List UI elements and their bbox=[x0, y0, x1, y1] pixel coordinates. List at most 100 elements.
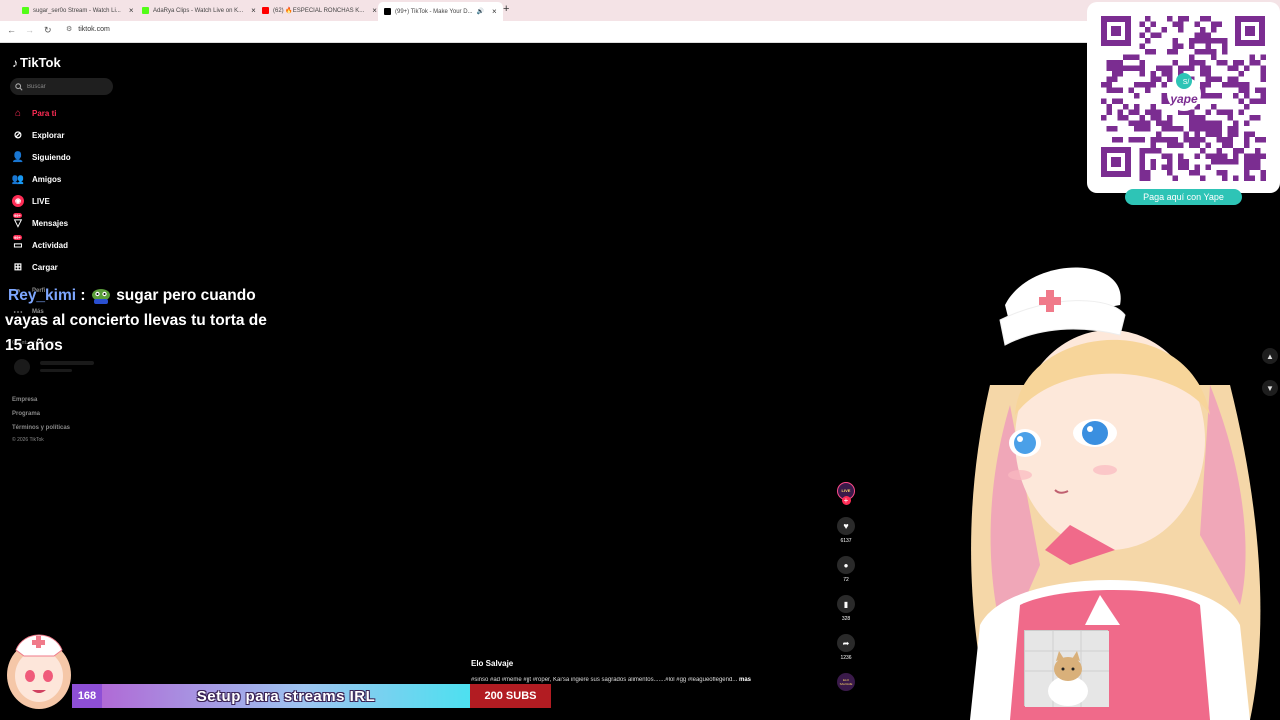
search-input[interactable] bbox=[27, 83, 107, 90]
notification-badge: 99+ bbox=[13, 213, 22, 218]
heart-icon: ♥ bbox=[837, 517, 855, 535]
chat-text: sugar pero cuando bbox=[116, 287, 256, 304]
sidebar-item-para-ti[interactable]: ⌂ Para ti bbox=[12, 106, 57, 120]
comment-icon: ● bbox=[837, 556, 855, 574]
tab-title: (99+) TikTok - Make Your D... bbox=[395, 8, 473, 15]
yape-pay-label: Paga aquí con Yape bbox=[1125, 189, 1242, 205]
video-description-text: #sinso #ad #meme #jjt #roper, Kai'sa ing… bbox=[471, 677, 738, 683]
footer-link[interactable]: Programa bbox=[12, 411, 40, 417]
reload-icon[interactable]: ↻ bbox=[44, 25, 52, 36]
sound-disc[interactable]: ELO SALVAJE bbox=[836, 673, 856, 694]
sidebar-item-cargar[interactable]: ⊞ Cargar bbox=[12, 260, 58, 274]
share-icon: ➦ bbox=[837, 634, 855, 652]
pet-cam bbox=[1024, 630, 1109, 707]
chat-separator: : bbox=[80, 287, 86, 304]
bookmark-icon: ▮ bbox=[837, 595, 855, 613]
tiktok-note-icon: ♪ bbox=[12, 55, 18, 70]
streamer-mini-avatar bbox=[7, 634, 71, 709]
author-avatar[interactable]: LIVE + bbox=[836, 482, 856, 505]
sidebar-item-actividad[interactable]: ▭ 99+ Actividad bbox=[12, 235, 69, 252]
chat-text: vayas al concierto llevas tu torta de bbox=[5, 312, 267, 329]
close-icon[interactable]: × bbox=[372, 6, 377, 15]
forward-icon[interactable]: → bbox=[25, 25, 34, 35]
sidebar-item-siguiendo[interactable]: 👤 Siguiendo bbox=[12, 150, 71, 164]
site-info-icon[interactable]: ⚙ bbox=[66, 25, 72, 33]
sidebar-item-label: Cargar bbox=[32, 262, 58, 272]
back-icon[interactable]: ← bbox=[7, 25, 16, 35]
activity-icon: ▭ 99+ bbox=[13, 235, 23, 251]
sound-disc-label: ELO SALVAJE bbox=[839, 678, 853, 686]
comment-count: 72 bbox=[843, 577, 849, 583]
comment-button[interactable]: ● 72 bbox=[836, 556, 856, 583]
friends-icon: 👥 bbox=[11, 173, 25, 185]
kick-favicon-icon bbox=[22, 7, 29, 14]
subs-goal-target: 200 SUBS bbox=[470, 684, 551, 708]
yape-qr-card: S/ yape bbox=[1087, 2, 1280, 193]
close-icon[interactable]: × bbox=[251, 6, 256, 15]
browser-tab[interactable]: (62) 🔥ESPECIAL RONCHAS K... × bbox=[262, 3, 377, 18]
following-icon: 👤 bbox=[11, 151, 25, 163]
new-tab-icon[interactable]: + bbox=[503, 3, 509, 15]
close-icon[interactable]: × bbox=[492, 7, 497, 16]
sidebar-item-label: Siguiendo bbox=[32, 152, 71, 162]
follow-plus-icon[interactable]: + bbox=[841, 496, 851, 505]
subs-goal-title: Setup para streams IRL bbox=[196, 687, 376, 705]
sidebar-item-label: Actividad bbox=[32, 240, 69, 250]
chat-username: Rey_kimi bbox=[8, 287, 77, 304]
live-badge: LIVE bbox=[841, 488, 851, 493]
like-count: 6137 bbox=[840, 538, 852, 544]
more-link[interactable]: más bbox=[739, 677, 751, 683]
browser-tab-active[interactable]: (99+) TikTok - Make Your D... 🔊 × bbox=[378, 2, 503, 21]
sidebar-item-label: Amigos bbox=[32, 174, 62, 184]
subs-goal-bar: 168 Setup para streams IRL 200 SUBS bbox=[72, 684, 551, 708]
share-button[interactable]: ➦ 1236 bbox=[836, 634, 856, 661]
notification-badge: 99+ bbox=[13, 235, 22, 240]
share-count: 1236 bbox=[840, 655, 852, 661]
vtuber-avatar bbox=[970, 267, 1261, 720]
pepe-emote-icon bbox=[91, 288, 110, 304]
yape-brand: yape bbox=[1169, 92, 1198, 106]
url-text: tiktok.com bbox=[78, 25, 110, 33]
account-handle-placeholder bbox=[40, 369, 72, 372]
search-box[interactable] bbox=[10, 78, 113, 95]
sidebar-item-label: Explorar bbox=[32, 130, 65, 140]
sound-disc-icon: ELO SALVAJE bbox=[837, 673, 855, 691]
sidebar-item-label: LIVE bbox=[32, 196, 50, 206]
chat-message: Rey_kimi : sugar pero cuando vayas al co… bbox=[5, 283, 295, 358]
footer-link[interactable]: Términos y políticas bbox=[12, 425, 70, 431]
sidebar-item-explorar[interactable]: ⊘ Explorar bbox=[12, 128, 65, 142]
url-field[interactable]: ⚙ tiktok.com bbox=[66, 25, 110, 34]
live-icon: ◉ bbox=[12, 195, 24, 207]
like-button[interactable]: ♥ 6137 bbox=[836, 517, 856, 544]
search-icon bbox=[15, 82, 23, 91]
youtube-favicon-icon bbox=[262, 7, 269, 14]
save-button[interactable]: ▮ 328 bbox=[836, 595, 856, 622]
compass-icon: ⊘ bbox=[13, 129, 23, 141]
logo-text: TikTok bbox=[20, 55, 61, 70]
home-icon: ⌂ bbox=[14, 107, 22, 119]
cat-image bbox=[1025, 631, 1109, 707]
sidebar-item-mensajes[interactable]: ▽ 99+ Mensajes bbox=[12, 213, 69, 230]
account-avatar-placeholder bbox=[14, 359, 30, 375]
browser-tab[interactable]: sugar_ser0o Stream - Watch Li... × bbox=[22, 3, 133, 18]
chat-text: 15 años bbox=[5, 337, 63, 354]
sidebar-item-amigos[interactable]: 👥 Amigos bbox=[11, 172, 62, 186]
account-name-placeholder bbox=[40, 361, 94, 365]
tab-title: AdaRya Clips - Watch Live on K... bbox=[153, 7, 244, 14]
tab-title: sugar_ser0o Stream - Watch Li... bbox=[33, 7, 121, 14]
browser-tab[interactable]: AdaRya Clips - Watch Live on K... × bbox=[142, 3, 256, 18]
video-author[interactable]: Elo Salvaje bbox=[471, 659, 513, 668]
save-count: 328 bbox=[841, 616, 851, 622]
sidebar-item-live[interactable]: ◉ LIVE bbox=[12, 194, 50, 208]
video-description: #sinso #ad #meme #jjt #roper, Kai'sa ing… bbox=[471, 677, 821, 683]
subs-current-count: 168 bbox=[72, 684, 102, 708]
sidebar-item-label: Mensajes bbox=[32, 218, 69, 228]
footer-link[interactable]: Empresa bbox=[12, 397, 37, 403]
yape-symbol: S/ bbox=[1183, 79, 1190, 86]
copyright: © 2026 TikTok bbox=[12, 437, 44, 443]
upload-icon: ⊞ bbox=[13, 261, 23, 273]
sidebar-item-label: Para ti bbox=[32, 108, 57, 118]
close-icon[interactable]: × bbox=[129, 6, 134, 15]
tiktok-logo[interactable]: ♪ TikTok bbox=[12, 55, 61, 70]
qr-code: S/ yape bbox=[1101, 16, 1266, 181]
